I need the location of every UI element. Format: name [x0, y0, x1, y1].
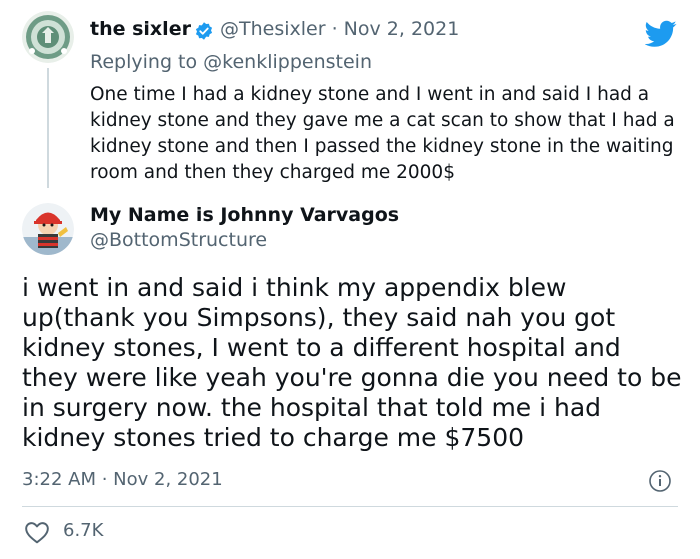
author-display-name[interactable]: My Name is Johnny Varvagos — [90, 204, 399, 226]
main-tweet-text: i went in and said i think my appendix b… — [22, 273, 682, 452]
replying-to-prefix: Replying to — [90, 51, 204, 73]
thread-connector-line — [47, 68, 49, 188]
verified-badge-icon — [194, 21, 214, 41]
info-icon[interactable] — [648, 469, 672, 493]
author-handle[interactable]: @BottomStructure — [90, 229, 267, 251]
author-display-name[interactable]: the sixler — [90, 18, 191, 40]
replying-to-line: Replying to @kenklippenstein — [90, 51, 372, 73]
heart-icon[interactable] — [24, 520, 50, 544]
avatar-bottomstructure[interactable] — [22, 203, 74, 255]
parent-tweet-text: One time I had a kidney stone and I went… — [90, 84, 675, 183]
divider — [22, 506, 678, 507]
author-handle-and-date[interactable]: @Thesixler · Nov 2, 2021 — [220, 18, 459, 40]
replying-to-mention-link[interactable]: @kenklippenstein — [203, 51, 372, 73]
like-count[interactable]: 6.7K — [63, 520, 103, 541]
twitter-bird-icon[interactable] — [644, 20, 677, 48]
avatar-thesixler[interactable] — [22, 11, 74, 63]
tweet-timestamp[interactable]: 3:22 AM · Nov 2, 2021 — [22, 469, 223, 490]
